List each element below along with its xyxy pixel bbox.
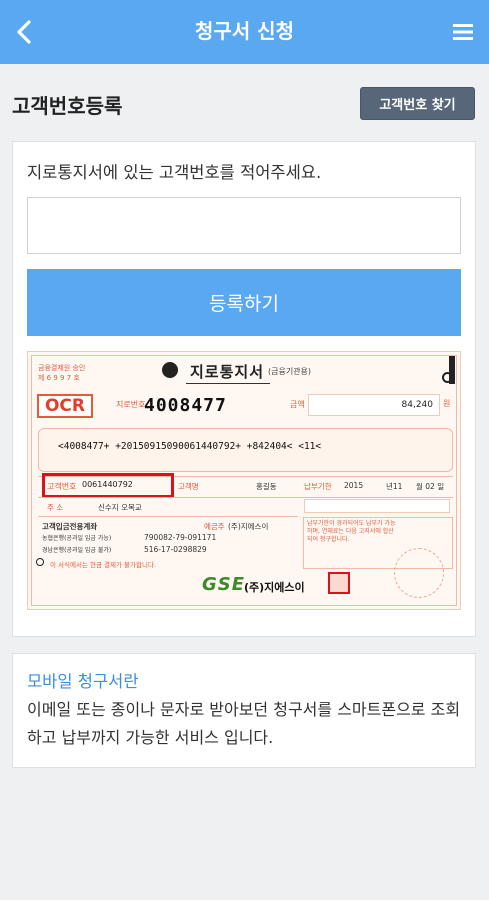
info-body: 이메일 또는 종이나 문자로 받아보던 청구서를 스마트폰으로 조회하고 납부까… (27, 700, 461, 747)
section-title: 고객번호등록 (12, 94, 123, 118)
amount-label: 금액 (290, 400, 305, 409)
find-customer-number-button[interactable]: 고객번호 찾기 (360, 87, 475, 120)
giro-slip-example: 금융결제원 승인 제 6 9 9 7 호 지로통지서 (금융기관용) OCR 지… (27, 351, 461, 610)
address-label: 주 소 (47, 503, 64, 512)
due-month: 년11 (386, 482, 403, 491)
amount-value: 84,240 (308, 394, 440, 416)
due-day: 월 02 일 (416, 482, 445, 491)
notice-text: 납부기한이 경과되어도 납부가 가능하며, 연체료는 다음 고지서에 합산되어 … (307, 520, 396, 543)
giro-number: 4008477 (144, 395, 227, 416)
account-row1-label: 농협은행(공과일 입금 가능) (42, 535, 112, 542)
app-header: 청구서 신청 (0, 0, 489, 64)
due-year: 2015 (344, 481, 364, 490)
slip-subtitle: (금융기관용) (268, 367, 312, 376)
info-card: 모바일 청구서란 이메일 또는 종이나 문자로 받아보던 청구서를 스마트폰으로… (12, 653, 476, 768)
register-button[interactable]: 등록하기 (27, 269, 461, 336)
brand-logo: GSE (202, 574, 246, 595)
customer-name-value: 홍길동 (256, 482, 277, 491)
address-value: 신수지 오목교 (98, 503, 142, 512)
account-row1: 790082-79-091171 (144, 533, 217, 542)
account-header: 고객입금전용계좌 (42, 522, 98, 531)
registration-card: 지로통지서에 있는 고객번호를 적어주세요. 등록하기 금융결제원 승인 제 6… (12, 141, 476, 637)
giro-number-label: 지로번호 (116, 400, 146, 409)
slip-note: 이 서식에서는 현금 결제가 불가합니다. (50, 561, 157, 569)
ocr-label: OCR (37, 394, 93, 418)
brand-name: (주)지에스이 (244, 581, 305, 594)
page-title: 청구서 신청 (195, 19, 294, 43)
slip-logo-icon (162, 362, 178, 378)
customer-number-input[interactable] (27, 197, 461, 254)
instruction-text: 지로통지서에 있는 고객번호를 적어주세요. (27, 163, 322, 182)
account-row2: 516-17-0298829 (144, 545, 207, 554)
slip-punch-hole-icon (442, 372, 453, 383)
customer-number-highlight (42, 473, 174, 498)
customer-name-label: 고객명 (178, 482, 199, 491)
due-date-label: 납부기한 (304, 482, 332, 491)
slip-divider (38, 497, 453, 498)
menu-button[interactable] (445, 14, 481, 50)
account-row2-label: 경남은행(공과일 입금 불가) (42, 547, 112, 554)
company-seal-icon (328, 572, 350, 594)
address-box (304, 499, 450, 513)
slip-title: 지로통지서 (186, 361, 271, 384)
account-holder-label: 예금주 (204, 522, 225, 531)
info-heading: 모바일 청구서란 (27, 672, 139, 691)
slip-approval-note: 금융결제원 승인 (38, 364, 86, 372)
hamburger-menu-icon (453, 24, 473, 40)
slip-approval-number: 제 6 9 9 7 호 (38, 374, 80, 382)
slip-divider (38, 516, 298, 517)
ocr-line: <4008477+ +20150915090061440792+ +842404… (58, 441, 322, 452)
amount-unit: 원 (443, 399, 451, 408)
slip-punch-hole-icon (36, 558, 44, 566)
receipt-stamp-circle (394, 548, 444, 598)
account-holder: (주)지에스이 (228, 522, 269, 531)
